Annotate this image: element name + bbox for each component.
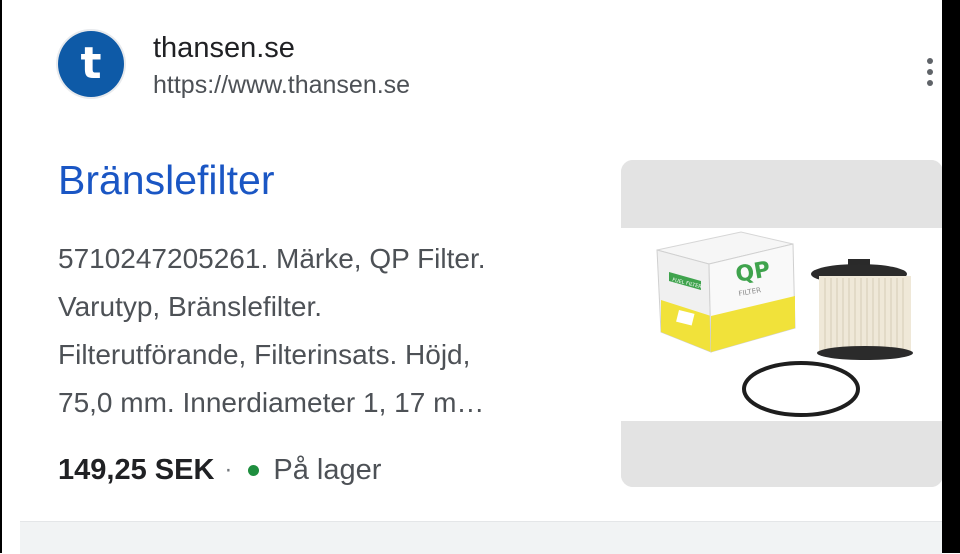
more-vert-icon[interactable] [924, 56, 936, 90]
snippet-line: Filterutförande, Filterinsats. Höjd, [58, 339, 471, 370]
result-meta: 149,25 SEK · På lager [58, 450, 381, 490]
product-image: FUEL FILTER QP FILTER [621, 160, 943, 487]
snippet-line: 5710247205261. Märke, QP Filter. [58, 243, 486, 274]
product-thumbnail[interactable]: FUEL FILTER QP FILTER [621, 160, 943, 487]
screen-edge-right [942, 0, 960, 553]
price: 149,25 SEK [58, 453, 215, 486]
snippet-line: 75,0 mm. Innerdiameter 1, 17 m… [58, 387, 485, 418]
next-result-divider [20, 521, 942, 554]
meta-separator: · [224, 456, 233, 483]
availability-status: På lager [273, 453, 382, 486]
site-favicon[interactable]: t [58, 31, 124, 97]
in-stock-dot-icon [248, 464, 260, 476]
site-url[interactable]: https://www.thansen.se [153, 71, 410, 100]
snippet-line: Varutyp, Bränslefilter. [58, 291, 323, 322]
screen-edge-left [0, 0, 2, 553]
result-title-link[interactable]: Bränslefilter [58, 157, 274, 204]
result-snippet: 5710247205261. Märke, QP Filter. Varutyp… [58, 235, 598, 427]
site-name[interactable]: thansen.se [153, 32, 295, 65]
favicon-letter: t [80, 38, 102, 89]
